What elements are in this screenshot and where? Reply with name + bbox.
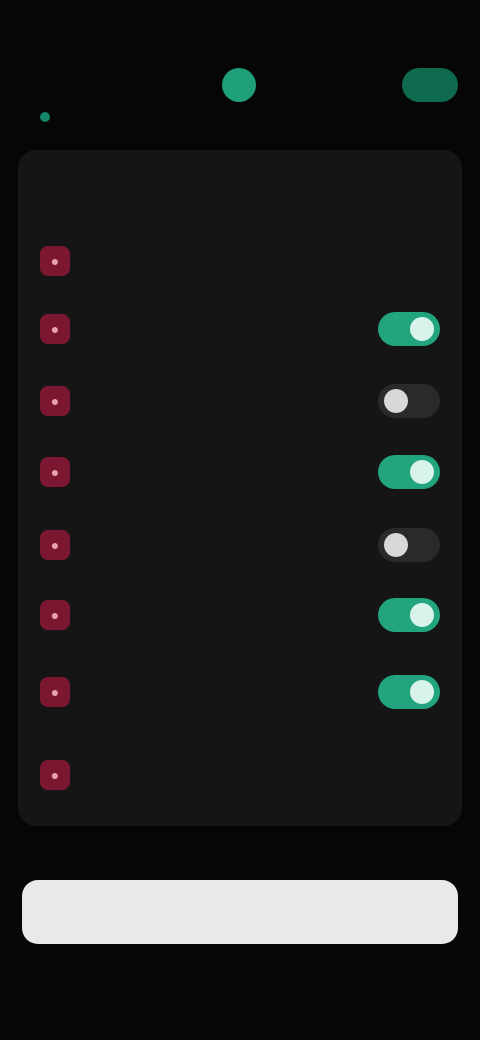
fingerprint-icon: ● xyxy=(40,677,70,707)
settings-row: ● xyxy=(18,596,462,634)
toggle-knob xyxy=(410,460,434,484)
toggle-switch[interactable] xyxy=(378,675,440,709)
settings-row: ● xyxy=(18,310,462,348)
settings-row[interactable]: ● xyxy=(18,242,462,280)
bell-icon: ● xyxy=(40,530,70,560)
lock-icon: ● xyxy=(40,246,70,276)
toggle-knob xyxy=(410,603,434,627)
toggle-switch[interactable] xyxy=(378,384,440,418)
header xyxy=(0,56,480,146)
settings-row[interactable]: ● xyxy=(18,756,462,794)
header-action-button[interactable] xyxy=(402,68,458,102)
toggle-switch[interactable] xyxy=(378,455,440,489)
toggle-switch[interactable] xyxy=(378,528,440,562)
status-dot-icon xyxy=(40,112,50,122)
globe-icon: ● xyxy=(40,600,70,630)
eye-icon: ● xyxy=(40,386,70,416)
settings-row: ● xyxy=(18,382,462,420)
toggle-knob xyxy=(384,533,408,557)
status-bar xyxy=(0,0,480,56)
header-subtitle-row xyxy=(40,106,60,128)
settings-row: ● xyxy=(18,526,462,564)
toggle-knob xyxy=(410,317,434,341)
shield-icon: ● xyxy=(40,314,70,344)
step-indicator xyxy=(222,68,256,102)
toggle-switch[interactable] xyxy=(378,598,440,632)
primary-button[interactable] xyxy=(22,880,458,944)
app-screen: ● ● ● ● ● ● ● ● xyxy=(0,0,480,1040)
toggle-knob xyxy=(410,680,434,704)
settings-row: ● xyxy=(18,670,462,714)
info-icon: ● xyxy=(40,760,70,790)
settings-card: ● ● ● ● ● ● ● ● xyxy=(18,150,462,826)
toggle-switch[interactable] xyxy=(378,312,440,346)
toggle-knob xyxy=(384,389,408,413)
key-icon: ● xyxy=(40,457,70,487)
settings-row: ● xyxy=(18,450,462,494)
